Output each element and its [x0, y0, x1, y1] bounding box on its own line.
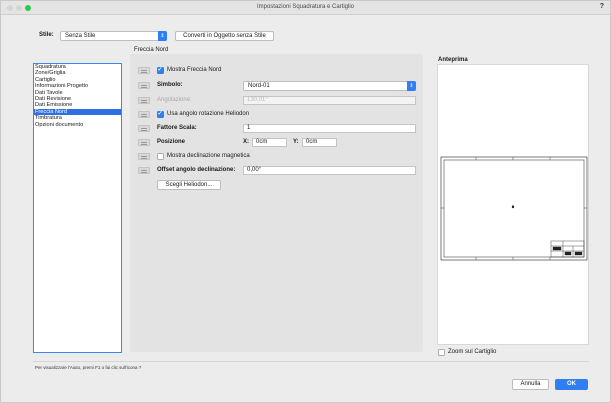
position-x-label: X:: [243, 139, 249, 145]
window-title: Impostazioni Squadratura e Cartiglio: [256, 4, 355, 10]
position-label: Posizione: [157, 139, 186, 145]
section-title: Freccia Nord: [134, 47, 169, 53]
row-options-icon[interactable]: [138, 67, 150, 74]
zoom-title-block-checkbox[interactable]: [438, 349, 445, 356]
zoom-title-block-label: Zoom sul Cartiglio: [448, 349, 497, 355]
ok-button[interactable]: OK: [555, 379, 588, 390]
title-bar: Impostazioni Squadratura e Cartiglio ?: [1, 1, 610, 15]
chevron-updown-icon: ⇕: [407, 81, 416, 91]
angle-label: Angolazione:: [157, 97, 192, 103]
symbol-label: Simbolo:: [157, 82, 183, 88]
chevron-updown-icon: ⇕: [158, 31, 167, 41]
row-options-icon[interactable]: [138, 97, 150, 104]
row-options-icon[interactable]: [138, 111, 150, 118]
preview-canvas: [437, 64, 589, 345]
symbol-select-value: Nord-01: [248, 83, 270, 89]
style-label: Stile:: [39, 32, 54, 38]
help-icon[interactable]: ?: [600, 3, 604, 10]
choose-heliodon-button[interactable]: Scegli Heliodon...: [157, 180, 221, 190]
settings-window: Impostazioni Squadratura e Cartiglio ? S…: [0, 0, 611, 403]
sheet-outer-frame: [440, 156, 588, 261]
row-options-icon[interactable]: [138, 167, 150, 174]
show-north-arrow-checkbox[interactable]: [157, 66, 164, 74]
row-options-icon[interactable]: [138, 125, 150, 132]
position-y-field[interactable]: 0cm: [302, 138, 337, 147]
style-select-value: Senza Stile: [65, 33, 96, 39]
use-heliodon-label: Usa angolo rotazione Heliodon: [167, 111, 250, 117]
magnetic-declination-checkbox[interactable]: [157, 153, 164, 160]
category-list[interactable]: Squadratura Zone/Griglia Cartiglio Informaz…: [33, 63, 122, 353]
category-item[interactable]: Opzioni documento: [34, 122, 121, 128]
row-options-icon[interactable]: [138, 153, 150, 160]
symbol-select[interactable]: Nord-01 ⇕: [243, 81, 416, 91]
offset-label: Offset angolo declinazione:: [157, 167, 236, 173]
angle-field: 130,01°: [243, 96, 416, 105]
zone-ticks: [441, 157, 587, 260]
sheet-border-preview: [440, 156, 588, 261]
offset-field[interactable]: 0,00°: [243, 166, 416, 175]
help-hint-text: Per visualizzare l'Aiuto, premi F1 o fai…: [35, 365, 142, 370]
convert-style-button[interactable]: Converti in Oggetto senza Stile: [175, 31, 274, 41]
row-options-icon[interactable]: [138, 139, 150, 146]
north-arrow-preview: [511, 204, 515, 209]
footer-separator: [33, 361, 589, 362]
cancel-button[interactable]: Annulla: [512, 379, 549, 390]
scale-field[interactable]: 1: [243, 124, 416, 133]
row-options-icon[interactable]: [138, 82, 150, 89]
magnetic-declination-label: Mostra declinazione magnetica: [167, 153, 250, 159]
scale-label: Fattore Scala:: [157, 125, 197, 131]
position-x-field[interactable]: 0cm: [252, 138, 287, 147]
style-select[interactable]: Senza Stile ⇕: [60, 31, 167, 41]
preview-title: Anteprima: [438, 57, 468, 63]
show-north-arrow-label: Mostra Freccia Nord: [167, 67, 222, 73]
use-heliodon-checkbox[interactable]: [157, 110, 164, 118]
title-block-preview: [550, 240, 585, 258]
position-y-label: Y:: [293, 139, 299, 145]
